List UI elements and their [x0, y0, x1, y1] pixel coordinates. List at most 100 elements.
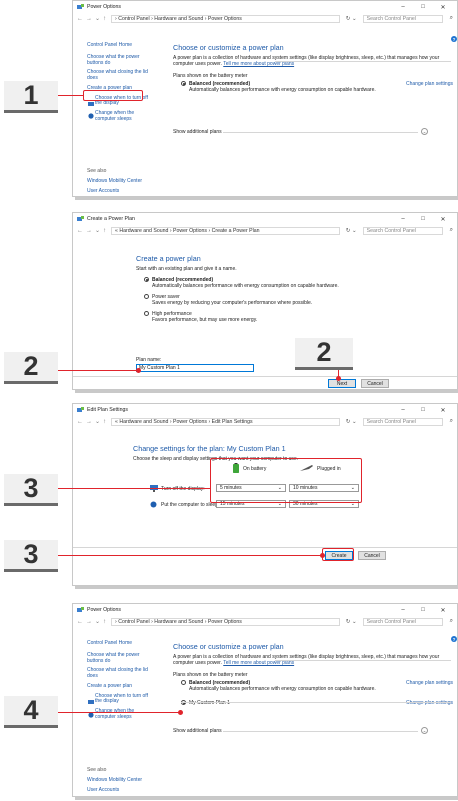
address-bar[interactable]: › Control Panel › Hardware and Sound › P… [111, 617, 340, 626]
search-input[interactable]: Search Control Panel [362, 226, 443, 235]
balanced-radio[interactable] [181, 680, 186, 686]
power-saver-radio[interactable] [144, 294, 149, 300]
maximize-button[interactable]: □ [413, 407, 433, 413]
back-icon[interactable]: ← [77, 419, 83, 425]
balanced-radio[interactable] [144, 277, 149, 283]
callout-dot-next [336, 376, 341, 381]
page-title: Create a power plan [136, 254, 201, 263]
callout-line-3-create [58, 555, 322, 557]
up-icon[interactable]: ↑ [103, 619, 106, 625]
plan-name-label: Plan name: [136, 357, 162, 363]
maximize-button[interactable]: □ [413, 4, 433, 10]
up-icon[interactable]: ↑ [103, 228, 106, 234]
nav-control-panel-home[interactable]: Control Panel Home [87, 640, 153, 647]
nav-closing-lid[interactable]: Choose what closing the lid does [87, 69, 153, 82]
close-button[interactable]: ✕ [433, 407, 453, 414]
up-icon[interactable]: ↑ [103, 419, 106, 425]
search-icon[interactable]: ⌕ [450, 618, 453, 625]
option-balanced[interactable]: Balanced (recommended) Automatically bal… [136, 277, 436, 289]
back-icon[interactable]: ← [77, 228, 83, 234]
change-plan-settings-link-2[interactable]: Change plan settings [406, 700, 453, 706]
highlight-create-power-plan [83, 90, 143, 101]
step-badge-3-settings: 3 [4, 473, 58, 506]
title-bar: Create a Power Plan – □ ✕ [73, 213, 457, 225]
next-button[interactable]: Next [328, 379, 356, 388]
minimize-button[interactable]: – [393, 607, 413, 613]
plan-name-field[interactable]: My Custom Plan 1 [136, 364, 254, 372]
power-options-icon [77, 4, 84, 9]
address-row: ← → ⌄ ↑ « Hardware and Sound › Power Opt… [73, 416, 457, 427]
refresh-icon[interactable]: ↻ ⌄ [346, 228, 357, 234]
option-high-performance[interactable]: High performance Favors performance, but… [136, 311, 436, 323]
close-button[interactable]: ✕ [433, 607, 453, 614]
minimize-button[interactable]: – [393, 216, 413, 222]
change-plan-settings-link[interactable]: Change plan settings [406, 81, 453, 87]
link-user-accounts[interactable]: User Accounts [87, 188, 153, 195]
refresh-icon[interactable]: ↻ ⌄ [346, 419, 357, 425]
back-icon[interactable]: ← [77, 619, 83, 625]
cancel-button[interactable]: Cancel [358, 551, 386, 560]
address-bar[interactable]: « Hardware and Sound › Power Options › C… [111, 226, 340, 235]
callout-line-1 [58, 95, 83, 97]
chevron-down-icon[interactable]: ⌄ [421, 727, 428, 734]
show-additional-plans[interactable]: Show additional plans [173, 728, 222, 734]
nav-computer-sleeps[interactable]: Change when the computer sleeps [87, 708, 153, 721]
forward-icon[interactable]: → [86, 419, 92, 425]
link-user-accounts[interactable]: User Accounts [87, 787, 153, 794]
link-mobility-center[interactable]: Windows Mobility Center [87, 777, 153, 784]
power-options-icon [77, 607, 84, 612]
moon-icon [88, 113, 94, 119]
nav-power-buttons[interactable]: Choose what the power buttons do [87, 652, 153, 665]
plans-label: Plans shown on the battery meter [173, 73, 248, 79]
forward-icon[interactable]: → [86, 228, 92, 234]
refresh-icon[interactable]: ↻ ⌄ [346, 16, 357, 22]
nav-closing-lid[interactable]: Choose what closing the lid does [87, 667, 153, 680]
option-power-saver[interactable]: Power saver Saves energy by reducing you… [136, 294, 436, 306]
page-title: Choose or customize a power plan [173, 642, 284, 651]
nav-computer-sleeps[interactable]: Change when the computer sleeps [87, 110, 153, 123]
chevron-down-icon[interactable]: ⌄ [421, 128, 428, 135]
recent-icon[interactable]: ⌄ [95, 618, 100, 625]
main-content: Create a power plan Start with an existi… [136, 254, 436, 323]
change-plan-settings-link-1[interactable]: Change plan settings [406, 680, 453, 686]
recent-icon[interactable]: ⌄ [95, 15, 100, 22]
nav-power-buttons[interactable]: Choose what the power buttons do [87, 54, 153, 67]
back-icon[interactable]: ← [77, 16, 83, 22]
search-input[interactable]: Search Control Panel [362, 417, 443, 426]
forward-icon[interactable]: → [86, 16, 92, 22]
cancel-button[interactable]: Cancel [361, 379, 389, 388]
title-bar: Power Options – □ ✕ [73, 1, 457, 13]
recent-icon[interactable]: ⌄ [95, 227, 100, 234]
title-bar: Power Options – □ ✕ [73, 604, 457, 616]
search-icon[interactable]: ⌕ [450, 15, 453, 22]
plans-label: Plans shown on the battery meter [173, 672, 248, 678]
refresh-icon[interactable]: ↻ ⌄ [346, 619, 357, 625]
minimize-button[interactable]: – [393, 4, 413, 10]
up-icon[interactable]: ↑ [103, 16, 106, 22]
high-performance-radio[interactable] [144, 311, 149, 317]
nav-create-power-plan[interactable]: Create a power plan [87, 683, 153, 690]
nav-control-panel-home[interactable]: Control Panel Home [87, 42, 153, 49]
link-mobility-center[interactable]: Windows Mobility Center [87, 178, 153, 185]
address-bar[interactable]: « Hardware and Sound › Power Options › E… [111, 417, 340, 426]
address-row: ← → ⌄ ↑ › Control Panel › Hardware and S… [73, 616, 457, 627]
maximize-button[interactable]: □ [413, 216, 433, 222]
nav-turn-off-display[interactable]: Choose when to turn off the display [87, 693, 153, 706]
search-icon[interactable]: ⌕ [450, 227, 453, 234]
plans-divider [275, 660, 451, 661]
address-bar[interactable]: › Control Panel › Hardware and Sound › P… [111, 14, 340, 23]
search-input[interactable]: Search Control Panel [362, 617, 443, 626]
see-also-label: See also [87, 767, 107, 773]
help-icon[interactable]: ? [451, 36, 457, 42]
close-button[interactable]: ✕ [433, 216, 453, 223]
show-additional-plans[interactable]: Show additional plans [173, 129, 222, 135]
close-button[interactable]: ✕ [433, 4, 453, 11]
search-input[interactable]: Search Control Panel [362, 14, 443, 23]
forward-icon[interactable]: → [86, 619, 92, 625]
search-icon[interactable]: ⌕ [450, 418, 453, 425]
step-badge-2-next: 2 [295, 337, 353, 370]
recent-icon[interactable]: ⌄ [95, 418, 100, 425]
maximize-button[interactable]: □ [413, 607, 433, 613]
balanced-radio[interactable] [181, 81, 186, 87]
minimize-button[interactable]: – [393, 407, 413, 413]
